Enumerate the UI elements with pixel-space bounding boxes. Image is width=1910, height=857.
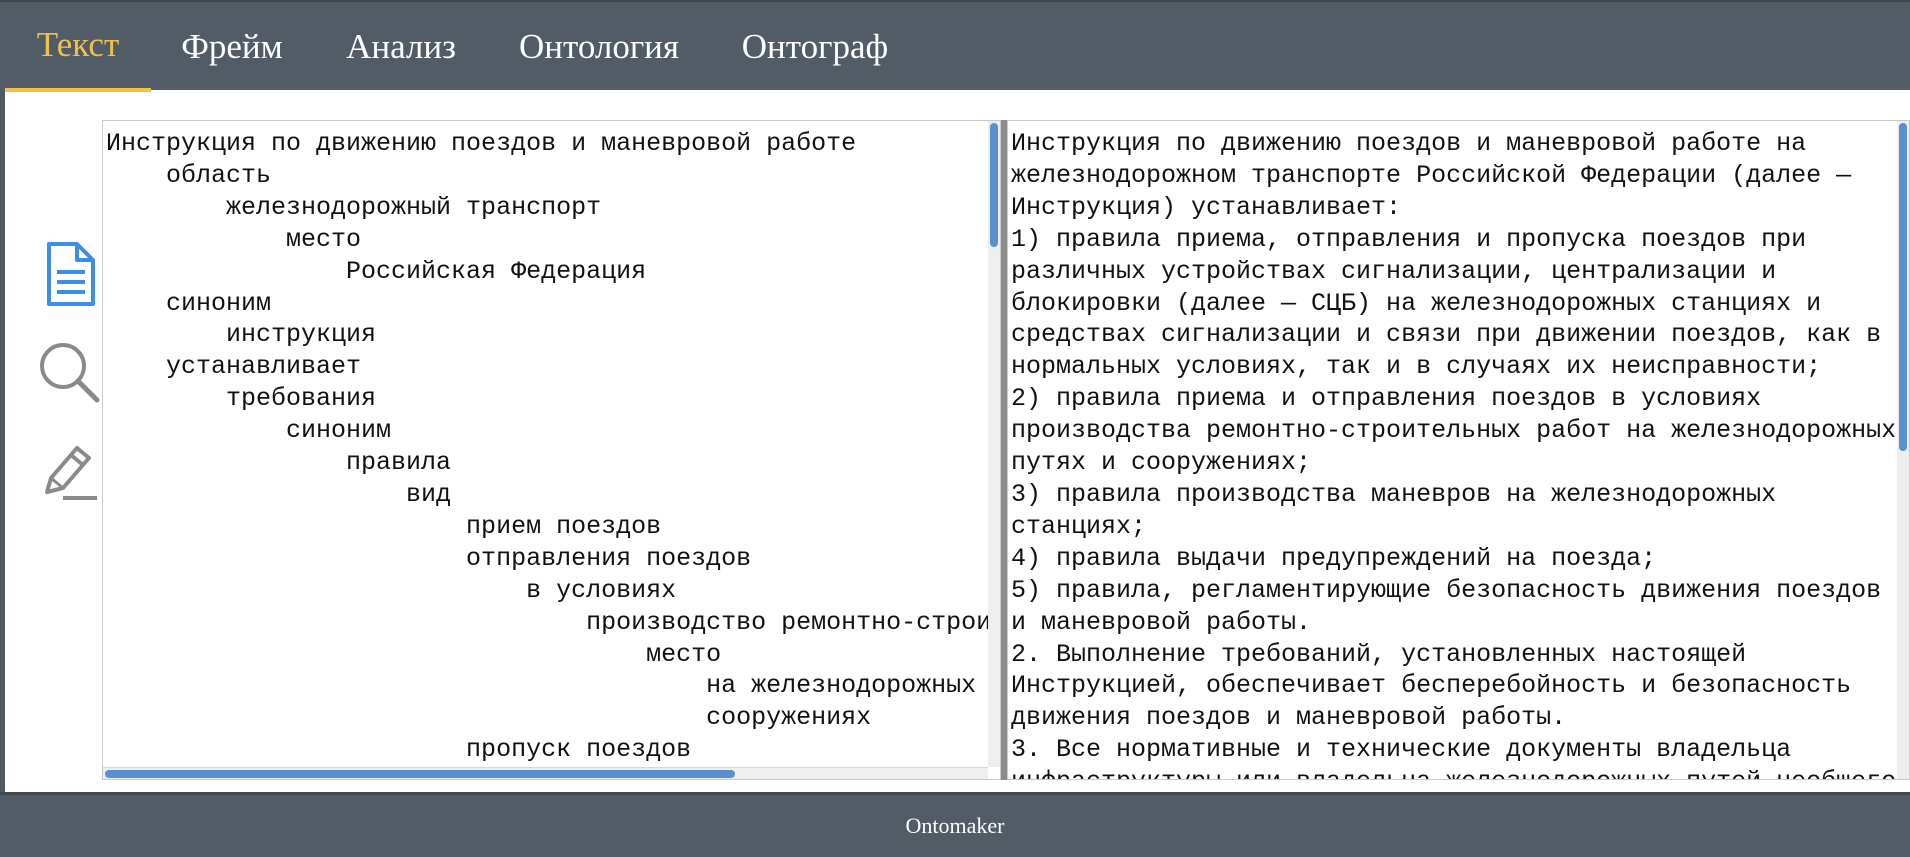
sidebar (5, 90, 102, 791)
tree-vertical-scrollbar[interactable] (988, 121, 1000, 767)
document-panel[interactable]: Инструкция по движению поездов и маневро… (1007, 120, 1910, 780)
tab-ontograph[interactable]: Онтограф (730, 2, 900, 92)
edit-pencil-icon[interactable] (37, 440, 105, 508)
tab-analysis[interactable]: Анализ (330, 2, 472, 92)
search-icon[interactable] (37, 340, 105, 408)
document-text: Инструкция по движению поездов и маневро… (1011, 129, 1897, 779)
top-nav: Текст Фрейм Анализ Онтология Онтограф (0, 0, 1910, 92)
document-vertical-scrollbar[interactable] (1897, 121, 1909, 779)
tree-panel[interactable]: Инструкция по движению поездов и маневро… (102, 120, 1001, 780)
tab-text[interactable]: Текст (5, 2, 151, 92)
tab-ontology[interactable]: Онтология (508, 2, 690, 92)
tab-frame[interactable]: Фрейм (162, 2, 302, 92)
footer-label: Ontomaker (905, 813, 1005, 838)
footer: Ontomaker (0, 792, 1910, 857)
tree-text: Инструкция по движению поездов и маневро… (106, 129, 1001, 765)
tree-horizontal-scroll-thumb[interactable] (105, 770, 735, 778)
tree-vertical-scroll-thumb[interactable] (990, 123, 998, 247)
tree-horizontal-scrollbar[interactable] (103, 767, 988, 779)
document-icon[interactable] (37, 240, 105, 308)
document-vertical-scroll-thumb[interactable] (1899, 123, 1907, 451)
